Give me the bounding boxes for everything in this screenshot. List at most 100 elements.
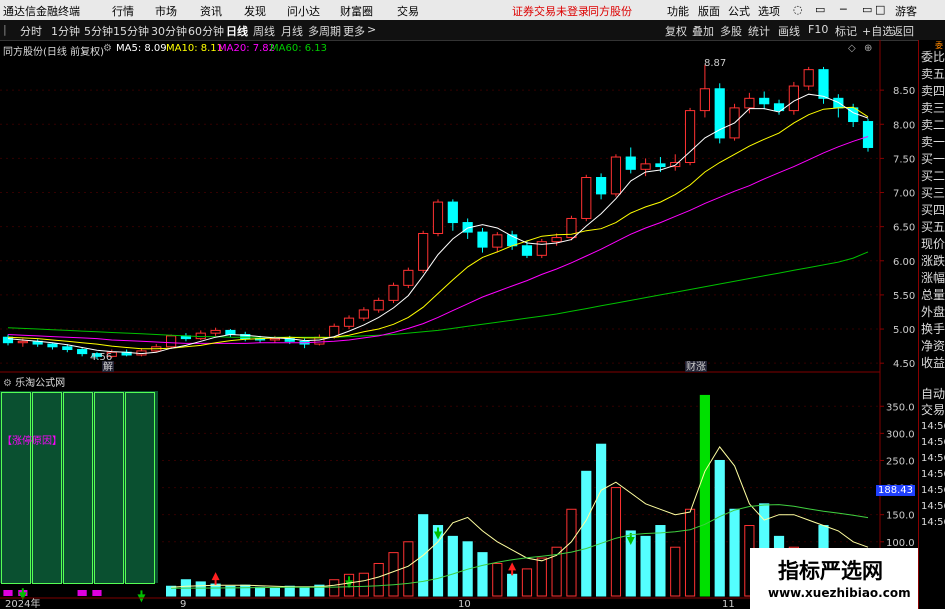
watermark-title: 指标严选网: [778, 559, 883, 583]
candle-up: [788, 85, 799, 112]
lower-gear-icon[interactable]: ⚙: [3, 378, 12, 389]
candle-down: [62, 346, 73, 351]
side-item-18: 收益: [921, 356, 945, 370]
candle-up: [492, 234, 503, 248]
x-label-10: 10: [458, 599, 471, 609]
side-item-7: 买二: [921, 169, 945, 183]
side-item-24: 14:56: [921, 469, 945, 480]
ma20-line: [7, 136, 869, 344]
quote-side-panel: 委 委比 卖五 卖四 卖三 卖二 卖一 买一 买二 买三 买四 买五 现价 涨跌…: [918, 40, 945, 609]
volume-bar-down: [269, 587, 280, 597]
candle-up: [699, 88, 710, 112]
volume-bar-up: [670, 546, 681, 597]
side-item-10: 买五: [921, 220, 945, 234]
candle-down: [77, 349, 88, 355]
candle-down: [625, 156, 636, 170]
candle-down: [596, 177, 607, 195]
side-item-6: 买一: [921, 152, 945, 166]
reason-col-1: [1, 392, 31, 584]
lower-panel-header: ⚙ 乐淘公式网: [3, 374, 65, 389]
watermark: 指标严选网 www.xuezhibiao.com: [750, 548, 918, 609]
vol-tick-label: 350.0: [886, 402, 915, 413]
volume-bar-up: [388, 552, 399, 597]
volume-bar-down: [447, 535, 458, 597]
side-item-16: 换手: [921, 322, 945, 336]
candle-down: [714, 88, 725, 139]
candle-down: [47, 343, 58, 348]
volume-bar-down: [210, 583, 221, 597]
reason-label: 【涨停原因】: [2, 436, 62, 447]
volume-bar-up: [536, 557, 547, 597]
side-item-23: 14:56: [921, 453, 945, 464]
volume-bar-down: [640, 535, 651, 597]
price-tick-label: 5.50: [893, 291, 915, 302]
price-tick-label: 7.00: [893, 189, 915, 200]
jie-tag: 解: [103, 360, 113, 373]
volume-bar-down: [507, 573, 518, 597]
x-label-9: 9: [180, 599, 186, 609]
candle-up: [195, 332, 206, 340]
side-item-2: 卖四: [921, 84, 945, 98]
candle-up: [581, 177, 592, 219]
side-item-20[interactable]: 交易: [921, 401, 945, 418]
volume-bar-up: [329, 579, 340, 597]
candle-up: [269, 338, 280, 341]
price-tick-label: 8.00: [893, 120, 915, 131]
candle-up: [640, 163, 651, 170]
price-tick-label: 7.50: [893, 154, 915, 165]
candle-up: [610, 156, 622, 195]
side-item-26: 14:56: [921, 501, 945, 512]
x-label-year: 2024年: [5, 597, 40, 609]
price-tick-label: 6.00: [893, 257, 915, 268]
volume-bar-up: [610, 487, 622, 597]
candle-up: [373, 299, 384, 311]
candle-up: [343, 317, 355, 327]
side-item-21: 14:56: [921, 421, 945, 432]
vol-tick-label: 250.0: [886, 456, 915, 467]
candle-down: [818, 69, 829, 99]
price-tick-label: 8.50: [893, 86, 915, 97]
volume-bar-down: [477, 552, 488, 597]
reason-col-4: [94, 392, 124, 584]
candle-up: [358, 309, 369, 319]
side-item-0: 委比: [921, 50, 945, 64]
candle-up: [388, 284, 399, 301]
volume-bar-down: [195, 581, 206, 597]
vol-tick-label: 300.0: [886, 429, 915, 440]
candle-down: [833, 97, 844, 109]
side-item-19[interactable]: 自动: [921, 385, 945, 402]
volume-bar-up: [403, 541, 414, 597]
reason-col-5: [125, 392, 155, 584]
candle-down: [225, 329, 236, 336]
volume-bar-down: [254, 586, 266, 597]
up-arrow-icon: [211, 572, 220, 581]
side-item-1: 卖五: [921, 67, 945, 81]
candle-up: [418, 232, 429, 271]
candle-down: [447, 201, 458, 224]
reason-col-2: [32, 392, 62, 584]
side-item-22: 14:56: [921, 437, 945, 448]
side-item-13: 涨幅: [921, 271, 945, 285]
high-price-label: 8.87: [704, 58, 726, 69]
price-tick-label: 4.50: [893, 359, 915, 370]
volume-bar-magenta: [92, 590, 102, 596]
volume-bar-up: [358, 572, 369, 597]
candle-down: [477, 231, 488, 248]
candle-down: [2, 336, 14, 344]
volume-bar-down: [240, 584, 251, 597]
last-value-badge: 188.43: [876, 485, 915, 496]
price-tick-label: 6.50: [893, 223, 915, 234]
price-tick-label: 5.00: [893, 325, 915, 336]
reason-col-3: [63, 392, 93, 584]
candle-up: [17, 340, 28, 344]
volume-bar-down: [655, 525, 666, 597]
volume-bar-up: [373, 562, 384, 597]
candle-up: [432, 201, 444, 234]
volume-bar-up: [684, 508, 696, 597]
x-label-11: 11: [722, 599, 735, 609]
candle-down: [655, 163, 666, 168]
candle-up: [744, 97, 755, 109]
candle-up: [803, 69, 814, 87]
side-item-11: 现价: [921, 237, 945, 251]
volume-bar-down: [729, 508, 740, 597]
